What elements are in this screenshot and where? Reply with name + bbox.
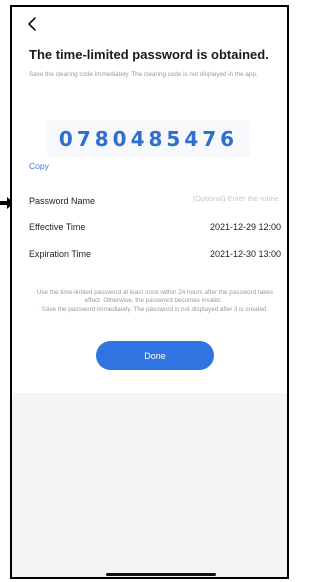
- screenshot-frame: The time-limited password is obtained. S…: [0, 0, 293, 582]
- effective-time-value: 2021-12-29 12:00: [209, 222, 281, 232]
- expiration-time-label: Expiration Time: [29, 249, 92, 259]
- expiration-time-row[interactable]: Expiration Time 2021-12-30 13:00: [29, 249, 281, 263]
- copy-link[interactable]: Copy: [29, 161, 49, 171]
- done-button[interactable]: Done: [96, 341, 214, 370]
- password-name-label: Password Name: [29, 196, 96, 206]
- effective-time-row[interactable]: Effective Time 2021-12-29 12:00: [29, 222, 281, 236]
- expiration-time-value: 2021-12-30 13:00: [209, 249, 281, 259]
- chevron-left-icon[interactable]: [24, 15, 42, 33]
- home-indicator[interactable]: [106, 573, 216, 576]
- usage-note-2: · Save the password immediately. The pas…: [37, 305, 269, 313]
- page-subtitle: Save the clearing code immediately. The …: [29, 71, 258, 78]
- page-title: The time-limited password is obtained.: [29, 47, 269, 62]
- bottom-background: [12, 393, 287, 577]
- password-name-input[interactable]: [161, 194, 281, 203]
- phone-screen: The time-limited password is obtained. S…: [10, 5, 289, 579]
- password-code: 0780485476: [58, 126, 239, 151]
- usage-note-1: · Use the time-limited password at least…: [32, 289, 274, 305]
- password-code-box: 0780485476: [47, 120, 250, 157]
- effective-time-label: Effective Time: [29, 222, 86, 232]
- password-name-row: Password Name: [29, 194, 281, 210]
- usage-notes: · Use the time-limited password at least…: [24, 289, 282, 314]
